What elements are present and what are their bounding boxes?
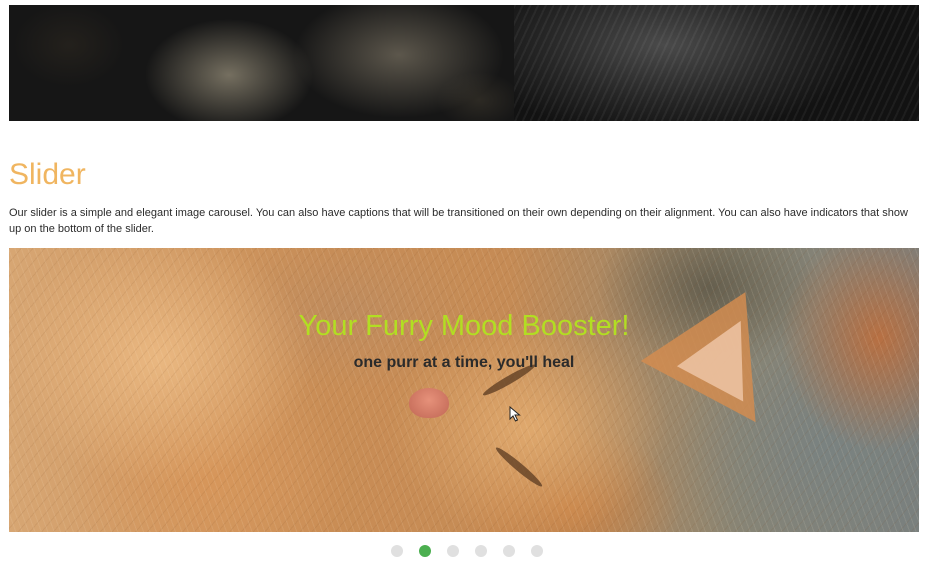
section-title: Slider — [9, 158, 86, 191]
dark-cat-fur — [514, 5, 919, 121]
slider-indicators — [0, 544, 926, 558]
indicator-dot[interactable] — [446, 545, 459, 557]
slide-caption: Your Furry Mood Booster! one purr at a t… — [9, 306, 919, 376]
caption-title: Your Furry Mood Booster! — [298, 310, 630, 342]
indicator-dot-active[interactable] — [418, 545, 431, 557]
section-description: Our slider is a simple and elegant image… — [9, 207, 908, 235]
fur-texture — [9, 248, 919, 532]
mouse-cursor-icon — [509, 406, 521, 422]
indicator-dot[interactable] — [390, 545, 403, 557]
page: Slider Our slider is a simple and elegan… — [0, 0, 926, 580]
cat-nose — [409, 388, 449, 418]
caption-subtitle: one purr at a time, you'll heal — [353, 354, 575, 371]
dried-plants-background — [9, 5, 519, 121]
indicator-dot[interactable] — [530, 545, 543, 557]
slide-image-cat — [9, 248, 919, 532]
image-slider[interactable]: Your Furry Mood Booster! one purr at a t… — [9, 248, 919, 532]
previous-section-image — [9, 5, 919, 121]
indicator-dot[interactable] — [502, 545, 515, 557]
indicator-dot[interactable] — [474, 545, 487, 557]
